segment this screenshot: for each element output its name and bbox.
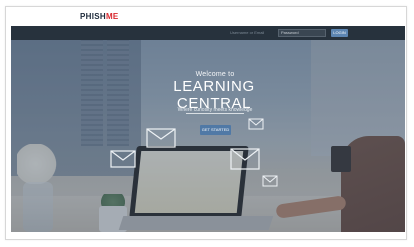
hero-subtitle: Where curiosity meets knowledge: [177, 107, 253, 113]
password-field[interactable]: Password: [278, 29, 326, 37]
envelope-icon: [230, 148, 260, 170]
envelope-icon: [146, 128, 176, 148]
get-started-button[interactable]: GET STARTED: [200, 125, 231, 135]
title-divider: [186, 113, 244, 114]
envelope-icon: [248, 118, 264, 130]
top-bar: [6, 7, 406, 25]
welcome-text: Welcome to: [195, 71, 235, 78]
login-button[interactable]: LOGIN: [331, 29, 348, 37]
logo-suffix: ME: [105, 12, 119, 21]
logo-prefix: PHISH: [80, 12, 106, 21]
envelope-icon: [262, 175, 278, 187]
envelope-icon: [110, 150, 136, 168]
username-field[interactable]: Username or Email: [230, 29, 274, 37]
brand-logo[interactable]: PHISHME: [80, 12, 119, 22]
